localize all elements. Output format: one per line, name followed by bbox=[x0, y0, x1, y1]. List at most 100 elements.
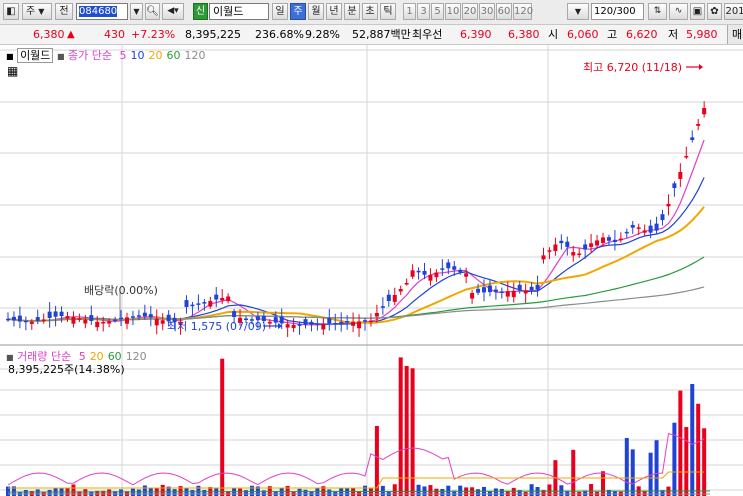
volume-bar bbox=[220, 358, 225, 496]
candle-body bbox=[351, 321, 356, 326]
candle-body bbox=[142, 312, 147, 317]
volume-bar bbox=[678, 390, 683, 496]
period-tab[interactable]: 월 bbox=[308, 3, 324, 20]
square-icon: ■ bbox=[56, 52, 65, 61]
interval-button[interactable]: 10 bbox=[445, 3, 461, 20]
low-annotation: 최저 1,575 (07/09) bbox=[167, 320, 267, 333]
interval-button[interactable]: 30 bbox=[479, 3, 495, 20]
interval-button[interactable]: 1 bbox=[403, 3, 416, 20]
interval-button[interactable]: 5 bbox=[431, 3, 444, 20]
ma-period-list: 5 10 20 60 120 bbox=[115, 49, 205, 62]
new-listing-badge[interactable]: 신 bbox=[193, 3, 208, 20]
period-tab[interactable]: 년 bbox=[326, 3, 342, 20]
volume-value: 8,395,225 bbox=[185, 28, 241, 41]
period-tab[interactable]: 틱 bbox=[380, 3, 396, 20]
interval-dropdown-chevron-icon[interactable]: ▼ bbox=[567, 3, 589, 20]
candle-body bbox=[148, 314, 153, 318]
low-label: 저 bbox=[668, 28, 679, 41]
candle-body bbox=[595, 240, 600, 246]
stock-name-field[interactable]: 이월드 bbox=[209, 3, 269, 20]
interval-button[interactable]: 60 bbox=[496, 3, 512, 20]
candle-body bbox=[511, 290, 516, 298]
draw-tools-icon[interactable]: ∿ bbox=[669, 3, 688, 20]
chart-settings-icon[interactable]: ◧ bbox=[3, 3, 19, 20]
stock-chart[interactable] bbox=[0, 45, 743, 496]
interval-button[interactable]: 3 bbox=[417, 3, 430, 20]
volume-bar bbox=[398, 357, 403, 496]
speaker-icon[interactable]: ◀▾ bbox=[162, 3, 184, 20]
volume-bar bbox=[410, 368, 415, 496]
date-field[interactable]: 201 bbox=[724, 3, 743, 20]
volume-bar bbox=[601, 471, 605, 496]
candle-body bbox=[363, 320, 367, 322]
order-button[interactable]: 매 bbox=[727, 25, 743, 44]
candle-body bbox=[523, 290, 528, 294]
period-tab[interactable]: 분 bbox=[344, 3, 360, 20]
best-ask-price: 6,390 bbox=[460, 28, 492, 41]
dividend-annotation: 배당락(0.00%) bbox=[84, 284, 158, 297]
candle-body bbox=[654, 223, 659, 231]
candle-body bbox=[101, 321, 106, 324]
chart-toolbar: ◧ 주 ▼ 전 084680 ▼ 🔍︎ ◀▾ 신 이월드 ▼ 120/300 ⇅ … bbox=[0, 0, 743, 25]
period-tab[interactable]: 주 bbox=[290, 3, 306, 20]
high-label: 고 bbox=[607, 28, 618, 41]
volume-bar bbox=[571, 449, 576, 496]
volume-bar bbox=[238, 488, 243, 496]
candle-body bbox=[404, 283, 409, 285]
gear-icon[interactable]: ✿ bbox=[707, 3, 722, 20]
data-table-icon[interactable]: ▦ bbox=[7, 65, 18, 78]
price-change-percent: +7.23% bbox=[131, 28, 176, 41]
candle-body bbox=[53, 311, 58, 317]
ma-period: 20 bbox=[148, 49, 163, 62]
volume-bar bbox=[214, 488, 219, 496]
volume-name-label[interactable]: 거래량 bbox=[17, 350, 47, 363]
save-icon[interactable]: ▣ bbox=[690, 3, 705, 20]
candle-body bbox=[476, 288, 481, 293]
candle-body bbox=[440, 268, 445, 270]
candle-body bbox=[315, 323, 320, 325]
volume-bar bbox=[630, 449, 635, 496]
period-tab[interactable]: 일 bbox=[272, 3, 288, 20]
candle-body bbox=[71, 316, 76, 324]
candle-body bbox=[113, 319, 118, 322]
volume-ma-label: 단순 bbox=[50, 350, 72, 363]
volume-bar bbox=[136, 489, 141, 496]
interval-button[interactable]: 20 bbox=[462, 3, 478, 20]
candle-body bbox=[309, 321, 314, 325]
search-icon[interactable]: 🔍︎ bbox=[145, 3, 160, 20]
candle-body bbox=[125, 317, 129, 324]
candle-body bbox=[422, 270, 427, 275]
candle-body bbox=[493, 289, 498, 292]
volume-bar bbox=[493, 488, 498, 496]
price-name-label[interactable]: 이월드 bbox=[17, 48, 54, 63]
volume-bar bbox=[440, 488, 445, 496]
candle-body bbox=[95, 321, 100, 328]
candle-body bbox=[678, 172, 683, 179]
volume-bar bbox=[297, 488, 302, 496]
view-count-input[interactable]: 120 bbox=[594, 6, 613, 17]
candle-body bbox=[487, 285, 492, 293]
market-select[interactable]: 주 ▼ bbox=[22, 3, 52, 20]
candle-body bbox=[410, 270, 415, 277]
candle-body bbox=[541, 255, 546, 260]
period-tab[interactable]: 초 bbox=[362, 3, 378, 20]
volume-bar bbox=[47, 489, 52, 496]
prefix-button[interactable]: 전 bbox=[55, 3, 73, 20]
candle-body bbox=[190, 304, 195, 307]
code-dropdown-chevron-icon[interactable]: ▼ bbox=[130, 3, 143, 20]
volume-bar bbox=[345, 488, 350, 496]
pin-icon[interactable]: ⇅ bbox=[648, 3, 667, 20]
volume-ratio: 236.68% bbox=[255, 28, 304, 41]
candle-body bbox=[196, 303, 201, 305]
volume-bar bbox=[130, 488, 135, 496]
candle-body bbox=[386, 294, 391, 301]
candle-body bbox=[428, 274, 433, 281]
square-icon: ■ bbox=[6, 52, 14, 61]
stock-code-input[interactable]: 084680 bbox=[76, 3, 128, 20]
volume-bar bbox=[499, 488, 504, 496]
interval-button[interactable]: 120 bbox=[513, 3, 533, 20]
volume-bar bbox=[434, 488, 439, 496]
volume-legend: ■ 거래량 단순 5 20 60 120 bbox=[6, 350, 147, 364]
ma-period: 120 bbox=[184, 49, 206, 62]
candle-body bbox=[642, 230, 647, 233]
